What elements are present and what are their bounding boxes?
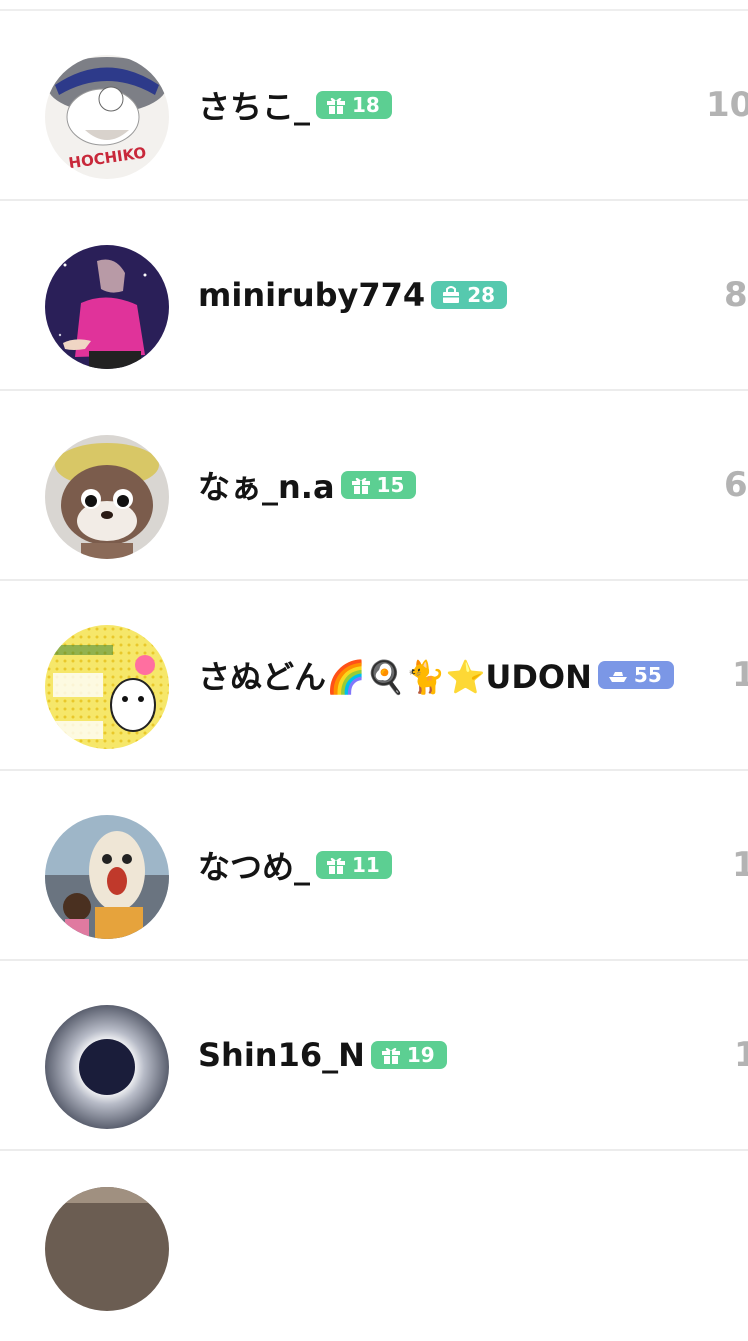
- avatar[interactable]: [45, 1005, 169, 1129]
- count: 1: [732, 845, 748, 885]
- username[interactable]: なぁ_n.a: [198, 462, 335, 508]
- avatar[interactable]: [45, 435, 169, 559]
- avatar[interactable]: HOCHIKO: [45, 55, 169, 179]
- badge-value: 28: [467, 283, 496, 307]
- gift-badge: 18: [316, 91, 392, 119]
- gift-icon: [381, 1047, 400, 1064]
- badge-value: 55: [633, 663, 662, 687]
- count: 8: [724, 275, 748, 315]
- count: 10: [706, 85, 748, 125]
- avatar[interactable]: [45, 1187, 169, 1311]
- gift-badge: 11: [316, 851, 392, 879]
- avatar[interactable]: [45, 815, 169, 939]
- gift-icon: [327, 857, 346, 874]
- bag-badge: 28: [431, 281, 508, 309]
- badge-value: 15: [376, 473, 405, 497]
- username[interactable]: さちこ_: [198, 82, 310, 128]
- badge-value: 19: [406, 1043, 435, 1067]
- list-item[interactable]: miniruby774 28 8: [0, 201, 748, 391]
- username[interactable]: なつめ_: [198, 842, 310, 888]
- list-item[interactable]: なつめ_ 11 1: [0, 771, 748, 961]
- count: 6: [724, 465, 748, 505]
- ship-badge: 55: [597, 661, 674, 689]
- avatar[interactable]: [45, 625, 169, 749]
- gift-badge: 15: [340, 471, 417, 499]
- avatar[interactable]: [45, 245, 169, 369]
- username[interactable]: Shin16_N: [198, 1036, 365, 1074]
- gift-icon: [327, 97, 346, 114]
- badge-value: 11: [352, 853, 380, 877]
- badge-value: 18: [352, 93, 380, 117]
- username[interactable]: さぬどん🌈🍳🐈⭐UDON: [198, 652, 592, 698]
- username[interactable]: miniruby774: [198, 276, 425, 314]
- list-item[interactable]: [0, 1151, 748, 1341]
- list-item[interactable]: なぁ_n.a 15 6: [0, 391, 748, 581]
- bag-icon: [443, 286, 460, 303]
- ship-icon: [608, 672, 627, 682]
- count: 1: [732, 655, 748, 695]
- list-item[interactable]: HOCHIKO さちこ_ 18 10: [0, 11, 748, 201]
- gift-icon: [351, 477, 370, 494]
- gift-badge: 19: [370, 1041, 447, 1069]
- list-item[interactable]: さぬどん🌈🍳🐈⭐UDON 55 1: [0, 581, 748, 771]
- list-item[interactable]: Shin16_N 19 1: [0, 961, 748, 1151]
- count: 1: [734, 1035, 748, 1075]
